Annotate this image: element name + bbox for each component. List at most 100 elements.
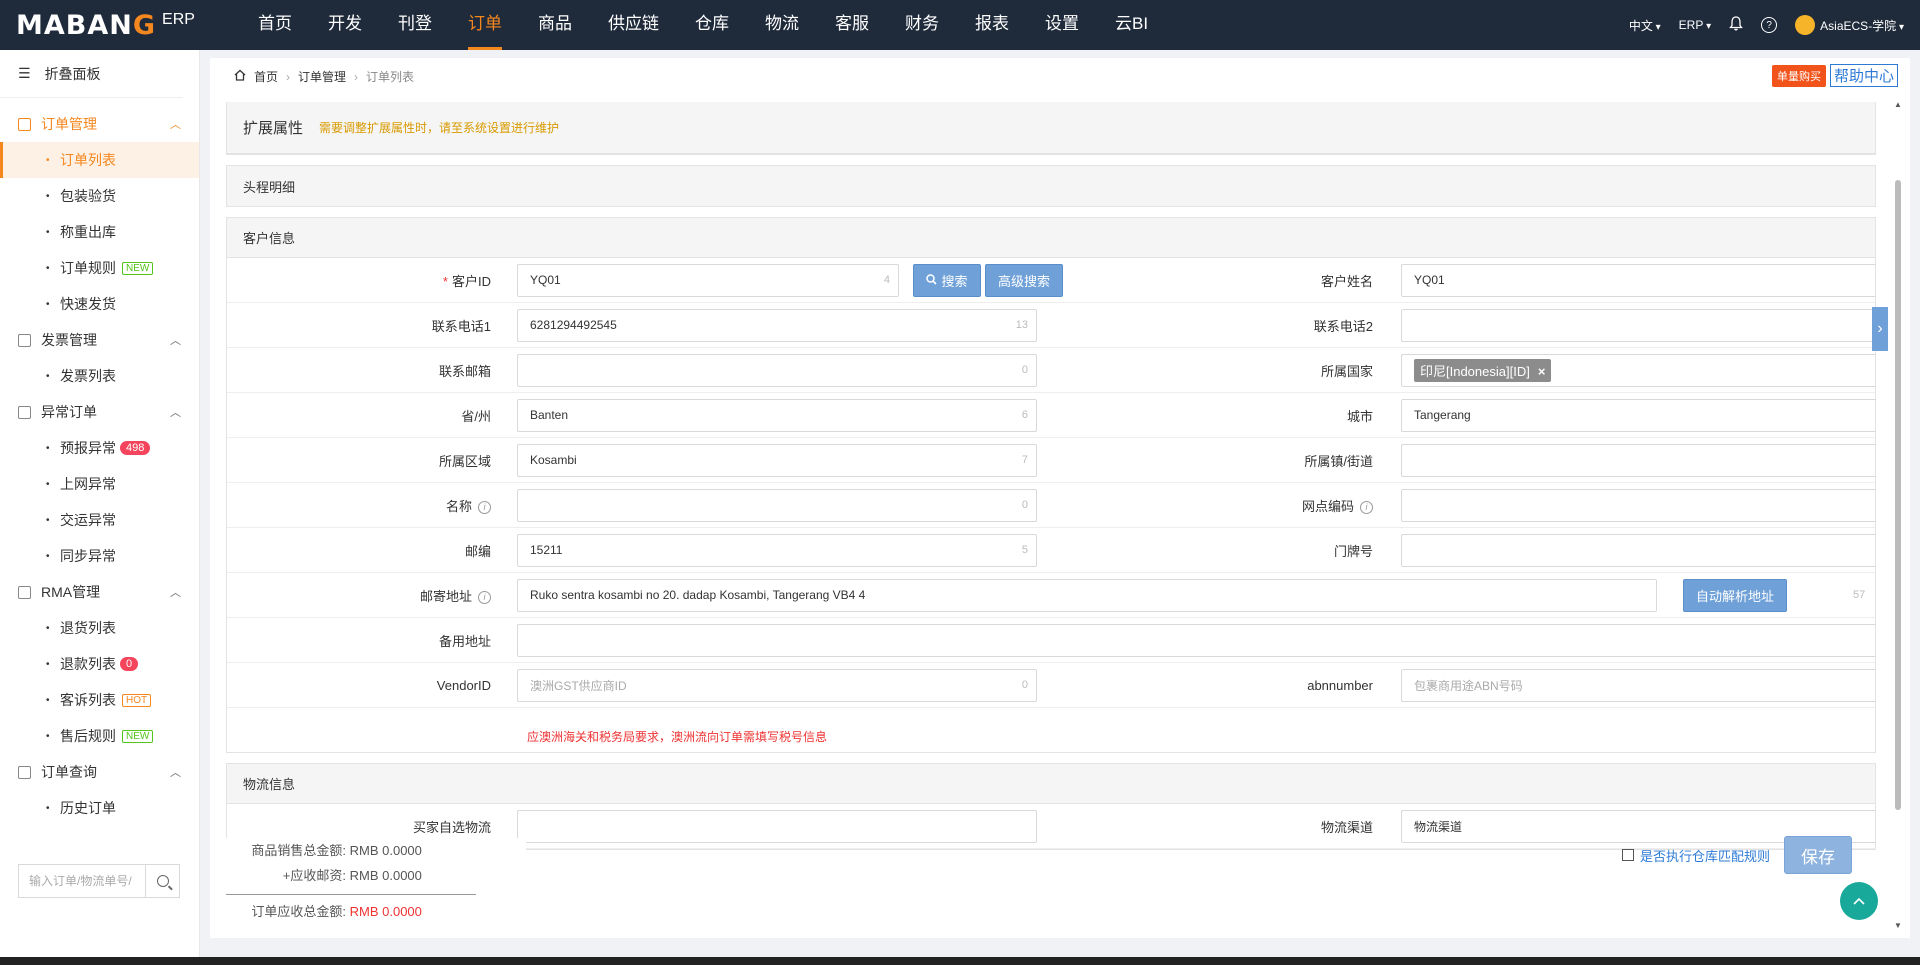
- scroll-up-icon[interactable]: ▲: [1894, 100, 1902, 109]
- sidebar-search-input[interactable]: 输入订单/物流单号/: [19, 865, 145, 897]
- language-dropdown[interactable]: 中文: [1629, 17, 1661, 34]
- warehouse-rule-checkbox[interactable]: 是否执行仓库匹配规则: [1621, 846, 1770, 865]
- town-input[interactable]: 0: [1401, 443, 1876, 477]
- sidebar-item-order-rules[interactable]: 订单规则 NEW: [0, 250, 199, 286]
- help-center-link[interactable]: 帮助中心: [1829, 64, 1898, 87]
- sidebar-item-shipping-exception[interactable]: 交运异常: [0, 502, 199, 538]
- section-header: 扩展属性 需要调整扩展属性时，请至系统设置进行维护: [227, 102, 1875, 154]
- sidebar-item-sync-exception[interactable]: 同步异常: [0, 538, 199, 574]
- nav-develop[interactable]: 开发: [310, 0, 380, 50]
- chevron-right-icon[interactable]: ›: [1872, 307, 1888, 351]
- phone2-input[interactable]: 0: [1401, 308, 1876, 342]
- system-dropdown[interactable]: ERP: [1679, 18, 1712, 32]
- sidebar-item-aftersale-rules[interactable]: 售后规则 NEW: [0, 718, 199, 754]
- order-form-scroll[interactable]: 扩展属性 需要调整扩展属性时，请至系统设置进行维护 头程明细 客户信息 * 客户I…: [226, 102, 1876, 892]
- country-label: 所属国家: [1320, 363, 1373, 379]
- sidebar-item-forecast-exception[interactable]: 预报异常 498: [0, 430, 199, 466]
- nav-listing[interactable]: 刊登: [380, 0, 450, 50]
- sidebar-group-rma[interactable]: RMA管理 ︿: [0, 574, 199, 610]
- zip-input[interactable]: 15211 5: [517, 533, 1037, 567]
- info-icon[interactable]: i: [1360, 500, 1373, 514]
- nav-supply-chain[interactable]: 供应链: [590, 0, 677, 50]
- sidebar-group-exceptions[interactable]: 异常订单 ︿: [0, 394, 199, 430]
- scroll-down-icon[interactable]: ▼: [1894, 921, 1902, 930]
- nav-orders[interactable]: 订单: [450, 0, 520, 50]
- bell-icon[interactable]: [1729, 16, 1743, 34]
- logistics-channel-label: 物流渠道: [1320, 819, 1373, 835]
- buyer-logistics-input[interactable]: [517, 809, 1037, 843]
- close-icon[interactable]: ×: [1538, 364, 1546, 379]
- nav-cloud-bi[interactable]: 云BI: [1097, 0, 1166, 50]
- search-button[interactable]: 搜索: [913, 263, 981, 297]
- sidebar-search-button[interactable]: [145, 865, 179, 897]
- abn-input[interactable]: 包裹商用途ABN号码0: [1401, 668, 1876, 702]
- nav-settings[interactable]: 设置: [1027, 0, 1097, 50]
- name-label: 名称 i: [227, 496, 505, 515]
- info-icon[interactable]: i: [478, 590, 491, 604]
- advanced-search-button[interactable]: 高级搜索: [985, 263, 1063, 297]
- page-scrollbar[interactable]: ▲ ▼: [1893, 100, 1903, 930]
- info-icon[interactable]: i: [478, 500, 491, 514]
- sidebar-item-complaints[interactable]: 客诉列表 HOT: [0, 682, 199, 718]
- email-input[interactable]: 0: [517, 353, 1037, 387]
- sidebar-item-quick-ship[interactable]: 快速发货: [0, 286, 199, 322]
- sales-total-label: 商品销售总金额:: [251, 843, 346, 858]
- backup-address-input[interactable]: 0: [517, 623, 1876, 657]
- scrollbar-thumb[interactable]: [1895, 180, 1901, 810]
- chevron-right-icon: ›: [286, 69, 291, 84]
- door-no-input[interactable]: 0: [1401, 533, 1876, 567]
- city-input[interactable]: Tangerang9: [1401, 398, 1876, 432]
- vendor-id-input[interactable]: 澳洲GST供应商ID 0: [517, 668, 1037, 702]
- buy-volume-button[interactable]: 单量购买: [1771, 64, 1826, 87]
- sidebar-group-invoice[interactable]: 发票管理 ︿: [0, 322, 199, 358]
- sidebar-item-online-exception[interactable]: 上网异常: [0, 466, 199, 502]
- chevron-up-icon: ︿: [170, 335, 181, 347]
- sidebar-item-refunds[interactable]: 退款列表 0: [0, 646, 199, 682]
- phone1-input[interactable]: 6281294492545 13: [517, 308, 1037, 342]
- back-to-top-button[interactable]: [1840, 882, 1878, 920]
- country-select[interactable]: 印尼[Indonesia][ID] ×: [1401, 353, 1876, 387]
- outlet-code-input[interactable]: 0: [1401, 488, 1876, 522]
- nav-warehouse[interactable]: 仓库: [677, 0, 747, 50]
- customer-name-input[interactable]: YQ014: [1401, 263, 1876, 297]
- breadcrumb-home[interactable]: 首页: [254, 68, 278, 85]
- help-circle-icon[interactable]: ?: [1761, 17, 1778, 33]
- city-label: 城市: [1346, 408, 1373, 424]
- sidebar-item-order-list[interactable]: 订单列表: [0, 142, 199, 178]
- sidebar-item-weigh-out[interactable]: 称重出库: [0, 214, 199, 250]
- nav-home[interactable]: 首页: [240, 0, 310, 50]
- sidebar-item-pack-inspect[interactable]: 包装验货: [0, 178, 199, 214]
- checkbox-box[interactable]: [1621, 849, 1634, 861]
- nav-finance[interactable]: 财务: [887, 0, 957, 50]
- clipboard-icon: [18, 405, 31, 419]
- home-icon: [234, 69, 246, 84]
- sidebar-item-returns[interactable]: 退货列表: [0, 610, 199, 646]
- district-input[interactable]: Kosambi 7: [517, 443, 1037, 477]
- sidebar-item-label: 退款列表: [60, 656, 116, 672]
- breadcrumb-order-management[interactable]: 订单管理: [298, 68, 346, 85]
- address-input[interactable]: Ruko sentra kosambi no 20. dadap Kosambi…: [517, 578, 1657, 612]
- nav-customer-service[interactable]: 客服: [817, 0, 887, 50]
- brand-logo[interactable]: MABANG ERP: [0, 10, 240, 41]
- auto-parse-address-button[interactable]: 自动解析地址: [1683, 578, 1787, 612]
- save-button[interactable]: 保存: [1784, 836, 1852, 874]
- group-label: RMA管理: [41, 584, 101, 600]
- name-input[interactable]: 0: [517, 488, 1037, 522]
- sidebar-item-invoice-list[interactable]: 发票列表: [0, 358, 199, 394]
- nav-reports[interactable]: 报表: [957, 0, 1027, 50]
- province-input[interactable]: Banten 6: [517, 398, 1037, 432]
- section-header: 头程明细: [227, 166, 1875, 206]
- sales-total-value: RMB 0.0000: [349, 843, 422, 858]
- form-row: 省/州 Banten6 城市 Tangerang9: [227, 393, 1876, 438]
- sidebar-group-order-query[interactable]: 订单查询 ︿: [0, 754, 199, 790]
- nav-products[interactable]: 商品: [520, 0, 590, 50]
- section-first-leg-details[interactable]: 头程明细: [226, 165, 1876, 207]
- nav-logistics[interactable]: 物流: [747, 0, 817, 50]
- sidebar-group-order-management[interactable]: 订单管理 ︿: [0, 106, 199, 142]
- user-menu[interactable]: AsiaECS-学院: [1795, 15, 1904, 35]
- new-badge: NEW: [122, 729, 154, 743]
- collapse-panel-toggle[interactable]: ☰ 折叠面板: [0, 50, 183, 98]
- hot-badge: HOT: [122, 693, 152, 707]
- customer-id-input[interactable]: YQ01 4: [517, 263, 899, 297]
- sidebar-item-history-orders[interactable]: 历史订单: [0, 790, 199, 826]
